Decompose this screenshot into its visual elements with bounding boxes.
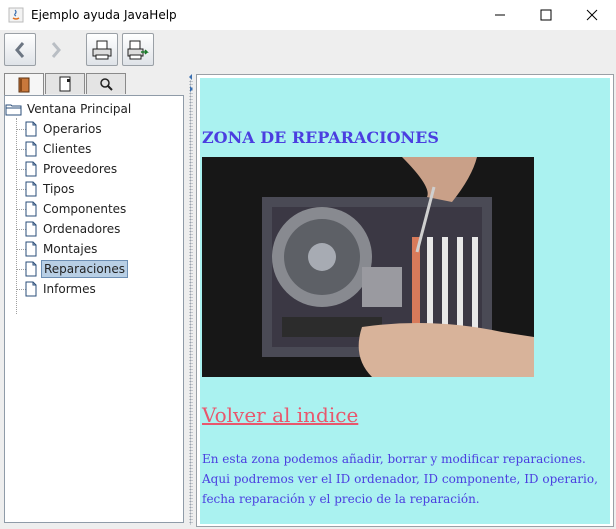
page-icon bbox=[25, 121, 37, 137]
tree-item[interactable]: Operarios bbox=[25, 120, 104, 138]
forward-button[interactable] bbox=[40, 33, 72, 66]
tree-root-label: Ventana Principal bbox=[27, 102, 132, 116]
close-button[interactable] bbox=[569, 0, 615, 30]
page-setup-icon bbox=[127, 40, 149, 59]
maximize-button[interactable] bbox=[523, 0, 569, 30]
toolbar bbox=[0, 30, 616, 73]
page-icon bbox=[25, 221, 37, 237]
back-button[interactable] bbox=[4, 33, 36, 66]
page-icon bbox=[25, 201, 37, 217]
tree-item[interactable]: Componentes bbox=[25, 200, 128, 218]
tree-item-label: Ordenadores bbox=[43, 222, 121, 236]
page-icon bbox=[25, 161, 37, 177]
tree-item[interactable]: Informes bbox=[25, 280, 98, 298]
tree-connector bbox=[16, 118, 17, 314]
tree-item[interactable]: Tipos bbox=[25, 180, 77, 198]
pane-splitter[interactable] bbox=[187, 72, 196, 529]
main-area: Ventana Principal Operarios Clientes Prove… bbox=[0, 72, 616, 529]
search-icon bbox=[100, 78, 113, 91]
tree-item-label: Tipos bbox=[43, 182, 75, 196]
toc-tree: Ventana Principal Operarios Clientes Prove… bbox=[4, 95, 184, 523]
tree-item[interactable]: Reparaciones bbox=[25, 260, 128, 278]
back-arrow-icon bbox=[15, 41, 25, 58]
index-icon bbox=[59, 76, 71, 92]
motherboard-repair-photo bbox=[202, 157, 534, 377]
folder-open-icon bbox=[5, 104, 22, 116]
tree-item-label: Clientes bbox=[43, 142, 92, 156]
tree-item-label: Montajes bbox=[43, 242, 98, 256]
navigator-pane: Ventana Principal Operarios Clientes Prove… bbox=[0, 72, 187, 529]
tree-item[interactable]: Clientes bbox=[25, 140, 93, 158]
tab-search[interactable] bbox=[86, 73, 126, 94]
tree-item-label: Proveedores bbox=[43, 162, 118, 176]
print-icon bbox=[92, 40, 112, 59]
tree-item-label: Reparaciones bbox=[41, 260, 128, 278]
toc-book-icon bbox=[18, 77, 30, 93]
tab-index[interactable] bbox=[45, 73, 85, 94]
minimize-button[interactable] bbox=[477, 0, 523, 30]
print-button[interactable] bbox=[86, 33, 118, 66]
tree-item[interactable]: Montajes bbox=[25, 240, 99, 258]
tree-root[interactable]: Ventana Principal bbox=[5, 100, 131, 118]
page-heading: ZONA DE REPARACIONES bbox=[202, 128, 439, 147]
close-icon bbox=[586, 9, 598, 21]
maximize-icon bbox=[540, 9, 552, 21]
window-title: Ejemplo ayuda JavaHelp bbox=[31, 8, 177, 22]
page-setup-button[interactable] bbox=[122, 33, 154, 66]
expand-arrow-icon[interactable] bbox=[187, 84, 195, 94]
page-icon bbox=[25, 281, 37, 297]
tree-item[interactable]: Ordenadores bbox=[25, 220, 122, 238]
tree-item[interactable]: Proveedores bbox=[25, 160, 119, 178]
splitter-grip bbox=[189, 80, 193, 525]
content-frame: ZONA DE REPARACIONES Volver al indice En… bbox=[196, 74, 614, 527]
help-content: ZONA DE REPARACIONES Volver al indice En… bbox=[200, 78, 610, 524]
java-app-icon bbox=[8, 7, 24, 23]
tab-contents[interactable] bbox=[4, 73, 44, 96]
page-icon bbox=[25, 241, 37, 257]
description-paragraph: En esta zona podemos añadir, borrar y mo… bbox=[202, 452, 598, 506]
tree-item-label: Informes bbox=[43, 282, 96, 296]
forward-arrow-icon bbox=[51, 41, 61, 58]
collapse-arrow-icon[interactable] bbox=[187, 72, 195, 82]
tree-item-label: Operarios bbox=[43, 122, 102, 136]
page-icon bbox=[25, 261, 37, 277]
page-icon bbox=[25, 141, 37, 157]
title-bar: Ejemplo ayuda JavaHelp bbox=[0, 0, 616, 30]
minimize-icon bbox=[495, 14, 505, 16]
tree-item-label: Componentes bbox=[43, 202, 127, 216]
back-to-index-link[interactable]: Volver al indice bbox=[202, 403, 358, 427]
page-icon bbox=[25, 181, 37, 197]
